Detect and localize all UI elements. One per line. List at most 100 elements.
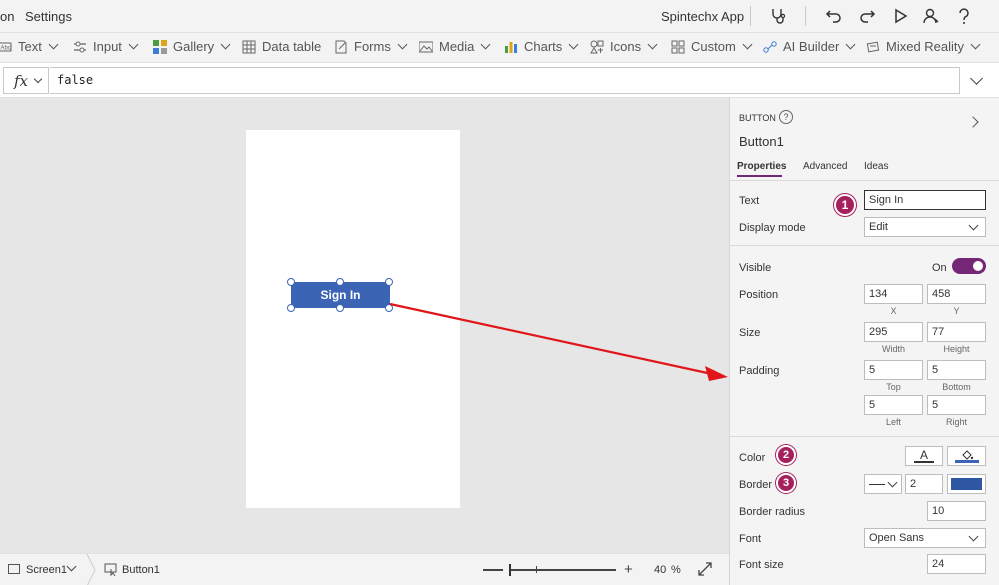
annotation-badge-3: 3: [776, 473, 796, 493]
ribbon-input[interactable]: Input: [73, 39, 139, 54]
padding-bottom-input[interactable]: 5: [927, 360, 986, 380]
padding-label: Padding: [739, 365, 780, 377]
ribbon-mixed-reality[interactable]: Mixed Reality: [866, 39, 981, 54]
color-label: Color: [739, 452, 766, 464]
y-caption: Y: [953, 306, 960, 316]
height-input[interactable]: 77: [927, 322, 986, 342]
font-size-input[interactable]: 24: [927, 554, 986, 574]
ribbon-label: Gallery: [173, 39, 215, 54]
chevron-down-icon: [887, 477, 898, 488]
status-bar: Screen1 Button1 + 40 %: [0, 553, 729, 585]
resize-handle[interactable]: [287, 304, 295, 312]
zoom-out-icon[interactable]: [483, 569, 503, 571]
zoom-slider-thumb[interactable]: [509, 564, 511, 576]
screen-icon: [8, 564, 20, 574]
bottom-caption: Bottom: [942, 382, 971, 392]
app-checker-icon[interactable]: [767, 5, 789, 27]
media-icon: [418, 40, 434, 54]
toolbar-divider: [750, 6, 751, 26]
property-selector[interactable]: fx: [3, 67, 49, 94]
control-type-label: BUTTON: [739, 113, 776, 123]
display-mode-label: Display mode: [739, 222, 806, 234]
ribbon-icons[interactable]: Icons: [590, 39, 658, 54]
left-caption: Left: [885, 417, 901, 427]
text-prop-input[interactable]: Sign In: [864, 190, 986, 210]
help-circle-icon[interactable]: ?: [779, 110, 793, 124]
line-style-icon: [869, 484, 885, 485]
table-icon: [242, 40, 256, 54]
user-icon[interactable]: [920, 5, 942, 27]
padding-top-input[interactable]: 5: [864, 360, 923, 380]
icons-icon: [590, 40, 604, 54]
visible-state: On: [932, 262, 947, 274]
expand-formula-chevron-icon[interactable]: [970, 72, 983, 85]
redo-icon[interactable]: [856, 5, 878, 27]
play-icon[interactable]: [889, 5, 911, 27]
padding-left-input[interactable]: 5: [864, 395, 923, 415]
ai-builder-icon: [763, 40, 777, 54]
app-screen[interactable]: [246, 130, 460, 508]
button-control-icon: [104, 563, 117, 576]
ribbon-text[interactable]: Abc Text: [0, 39, 59, 54]
tab-properties[interactable]: Properties: [737, 161, 786, 172]
divider: [729, 245, 999, 246]
visible-toggle[interactable]: [952, 258, 986, 274]
formula-bar: fx false: [0, 63, 999, 98]
tab-ideas[interactable]: Ideas: [864, 161, 888, 172]
ribbon-data-table[interactable]: Data table: [242, 39, 321, 54]
zoom-slider-tick: [536, 566, 537, 573]
tab-advanced[interactable]: Advanced: [803, 161, 847, 172]
toolbar-divider: [805, 6, 806, 26]
svg-text:Abc: Abc: [1, 45, 11, 51]
chevron-down-icon: [968, 531, 979, 542]
fit-to-window-icon[interactable]: [698, 562, 712, 576]
formula-input[interactable]: false: [50, 67, 960, 94]
display-mode-value: Edit: [869, 221, 888, 233]
text-color-button[interactable]: A: [905, 446, 943, 466]
ribbon-charts[interactable]: Charts: [504, 39, 579, 54]
charts-icon: [504, 40, 518, 54]
right-caption: Right: [945, 417, 967, 427]
font-color-swatch: [914, 461, 934, 463]
fill-color-button[interactable]: [947, 446, 986, 466]
font-label: Font: [739, 533, 762, 545]
ribbon-ai-builder[interactable]: AI Builder: [763, 39, 856, 54]
resize-handle[interactable]: [385, 304, 393, 312]
border-style-dropdown[interactable]: [864, 474, 902, 494]
screen-breadcrumb[interactable]: Screen1: [26, 564, 67, 576]
font-dropdown[interactable]: Open Sans: [864, 528, 986, 548]
file-menu-partial[interactable]: on: [0, 9, 14, 24]
zoom-slider-track[interactable]: [510, 569, 616, 571]
chevron-down-icon[interactable]: [66, 561, 77, 572]
help-icon[interactable]: [953, 5, 975, 27]
undo-icon[interactable]: [823, 5, 845, 27]
settings-menu[interactable]: Settings: [25, 9, 72, 24]
input-icon: [73, 40, 87, 54]
ribbon-gallery[interactable]: Gallery: [153, 39, 231, 54]
custom-icon: [671, 40, 685, 54]
width-input[interactable]: 295: [864, 322, 923, 342]
zoom-in-icon[interactable]: +: [624, 561, 633, 578]
padding-right-input[interactable]: 5: [927, 395, 986, 415]
resize-handle[interactable]: [336, 278, 344, 286]
active-tab-underline: [737, 175, 782, 177]
display-mode-dropdown[interactable]: Edit: [864, 217, 986, 237]
border-width-input[interactable]: 2: [905, 474, 943, 494]
control-name: Button1: [739, 134, 784, 149]
position-y-input[interactable]: 458: [927, 284, 986, 304]
ribbon-media[interactable]: Media: [418, 39, 491, 54]
border-label: Border: [739, 479, 773, 491]
border-color-button[interactable]: [947, 474, 986, 494]
control-breadcrumb[interactable]: Button1: [122, 564, 160, 576]
border-radius-input[interactable]: 10: [927, 501, 986, 521]
ribbon-custom[interactable]: Custom: [671, 39, 753, 54]
border-radius-label: Border radius: [739, 506, 806, 518]
position-x-input[interactable]: 134: [864, 284, 923, 304]
font-color-icon: A: [919, 448, 928, 462]
resize-handle[interactable]: [385, 278, 393, 286]
ribbon-forms[interactable]: Forms: [334, 39, 408, 54]
resize-handle[interactable]: [287, 278, 295, 286]
zoom-value: 40: [654, 564, 667, 576]
mixed-reality-icon: [866, 40, 880, 54]
resize-handle[interactable]: [336, 304, 344, 312]
